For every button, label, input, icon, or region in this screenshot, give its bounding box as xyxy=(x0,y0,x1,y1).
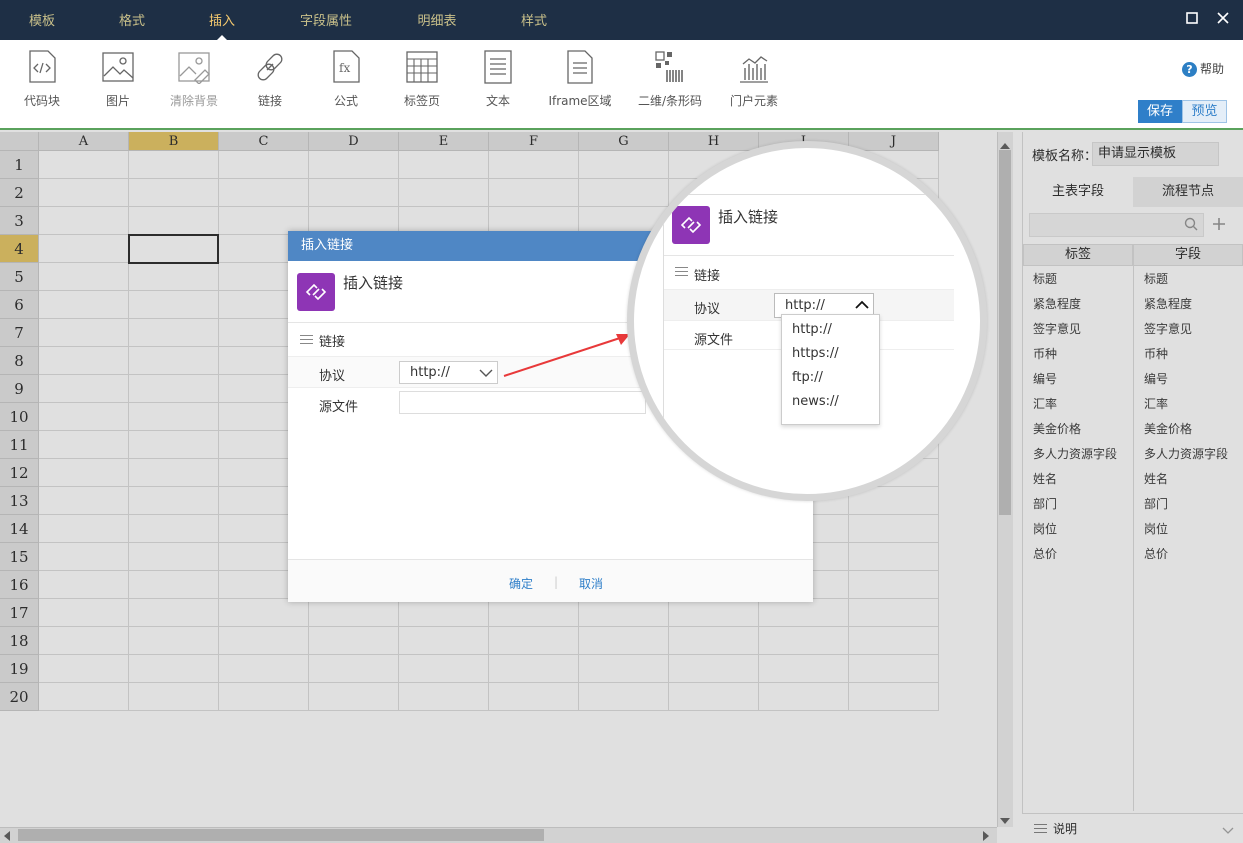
tool-text-label: 文本 xyxy=(485,94,510,108)
chevron-down-icon xyxy=(479,369,493,377)
tab-style[interactable]: 样式 xyxy=(510,0,558,40)
image-icon xyxy=(102,52,134,82)
help-label: 帮助 xyxy=(1200,62,1225,76)
link-section-title: 链接 xyxy=(319,335,346,350)
tool-formula[interactable]: fx 公式 xyxy=(311,50,381,109)
button-separator: | xyxy=(554,575,559,589)
callout-arrow-icon xyxy=(503,334,630,377)
tool-code-block[interactable]: 代码块 xyxy=(7,50,77,109)
tab-page-icon xyxy=(406,51,438,83)
link-icon xyxy=(257,53,283,81)
clear-background-icon xyxy=(178,52,210,84)
protocol-label: 协议 xyxy=(694,302,721,317)
magnified-dialog: 插入链接 链接 协议 源文件 http:// http:// https:// … xyxy=(634,148,980,494)
tab-insert-label: 插入 xyxy=(208,14,235,29)
tool-barcode-label: 二维/条形码 xyxy=(637,94,703,108)
source-file-input[interactable] xyxy=(399,391,646,414)
protocol-select-value: http:// xyxy=(785,298,825,313)
dialog-heading: 插入链接 xyxy=(343,274,404,292)
tool-clear-background-label: 清除背景 xyxy=(169,94,218,108)
protocol-select[interactable]: http:// xyxy=(399,361,498,384)
tool-code-block-label: 代码块 xyxy=(23,94,60,108)
link-section-title: 链接 xyxy=(694,269,721,284)
barcode-icon xyxy=(655,51,683,82)
divider xyxy=(663,194,963,195)
tool-barcode[interactable]: 二维/条形码 xyxy=(635,50,705,109)
tool-link-label: 链接 xyxy=(257,94,282,108)
help-link[interactable]: ? 帮助 xyxy=(1182,60,1224,77)
tool-portal-element[interactable]: 门户元素 xyxy=(719,50,789,109)
chevron-up-icon xyxy=(855,300,869,309)
save-button[interactable]: 保存 xyxy=(1138,100,1182,123)
tool-clear-background: 清除背景 xyxy=(159,50,229,109)
tab-template[interactable]: 模板 xyxy=(18,0,66,40)
tool-iframe[interactable]: Iframe区域 xyxy=(545,50,615,109)
ok-button[interactable]: 确定 xyxy=(509,575,533,592)
protocol-label: 协议 xyxy=(319,369,346,384)
tool-formula-label: 公式 xyxy=(333,94,358,108)
svg-text:fx: fx xyxy=(339,61,350,75)
dialog-footer xyxy=(288,559,813,602)
portal-element-icon xyxy=(740,56,768,83)
link-app-icon xyxy=(297,273,335,311)
tool-link[interactable]: 链接 xyxy=(235,50,305,109)
maximize-icon[interactable] xyxy=(1180,8,1204,32)
tool-tab-page[interactable]: 标签页 xyxy=(387,50,457,109)
protocol-dropdown-menu: http:// https:// ftp:// news:// xyxy=(781,314,880,425)
source-label: 源文件 xyxy=(694,333,734,348)
protocol-select-value: http:// xyxy=(410,365,450,380)
tab-insert[interactable]: 插入 xyxy=(198,0,246,40)
tool-image-label: 图片 xyxy=(105,94,130,108)
source-label: 源文件 xyxy=(319,400,359,415)
divider xyxy=(664,255,954,256)
tab-format[interactable]: 格式 xyxy=(108,0,156,40)
tool-portal-element-label: 门户元素 xyxy=(729,94,778,108)
link-app-icon xyxy=(672,206,710,244)
tool-image[interactable]: 图片 xyxy=(83,50,153,109)
menu-icon xyxy=(675,267,688,276)
menu-icon xyxy=(300,335,313,344)
cancel-button[interactable]: 取消 xyxy=(579,575,603,592)
tab-field-properties[interactable]: 字段属性 xyxy=(293,0,359,40)
preview-button[interactable]: 预览 xyxy=(1182,100,1227,123)
tab-detail-table[interactable]: 明细表 xyxy=(408,0,466,40)
tool-text[interactable]: 文本 xyxy=(463,50,533,109)
zoom-magnifier: 插入链接 链接 协议 源文件 http:// http:// https:// … xyxy=(627,141,987,501)
code-block-icon xyxy=(29,50,56,83)
tool-tab-page-label: 标签页 xyxy=(403,94,440,108)
dialog-heading: 插入链接 xyxy=(718,208,779,226)
dropdown-option[interactable]: http:// xyxy=(792,322,832,337)
dropdown-option[interactable]: ftp:// xyxy=(792,370,823,385)
formula-icon: fx xyxy=(333,50,360,83)
top-menu-bar xyxy=(0,0,1243,40)
dropdown-option[interactable]: https:// xyxy=(792,346,839,361)
close-icon[interactable] xyxy=(1211,8,1235,32)
text-icon xyxy=(484,50,512,84)
iframe-icon xyxy=(567,50,593,84)
help-icon: ? xyxy=(1182,62,1197,77)
dropdown-option[interactable]: news:// xyxy=(792,394,839,409)
tool-iframe-label: Iframe区域 xyxy=(548,94,612,108)
